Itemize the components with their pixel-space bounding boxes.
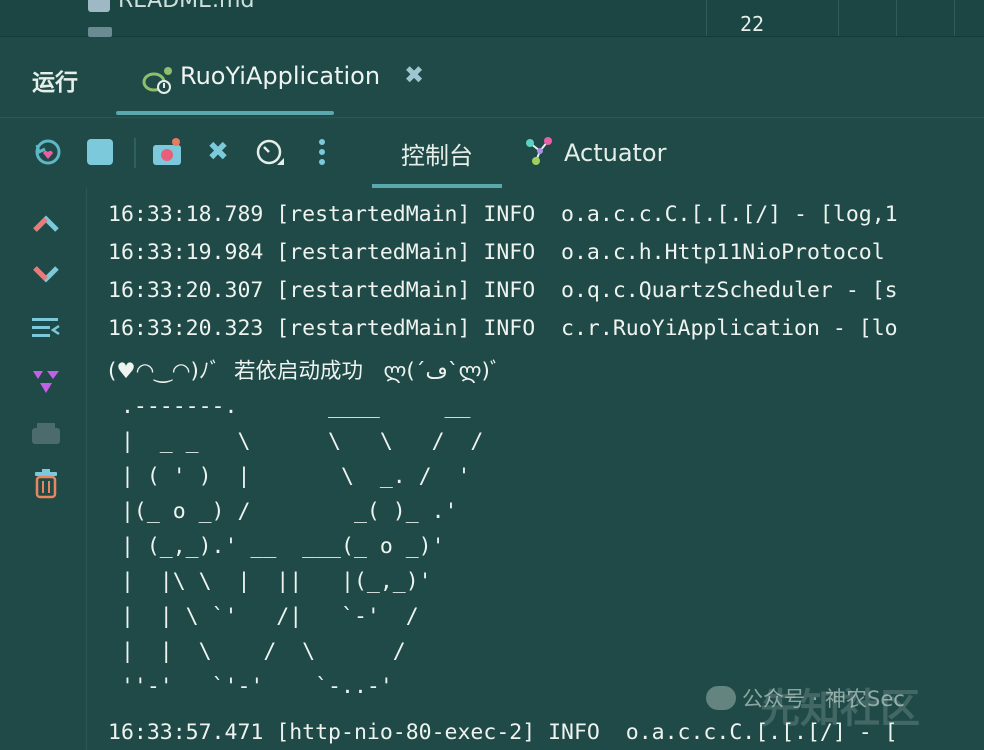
close-tab-icon[interactable]: ✖ (404, 63, 424, 87)
stop-icon[interactable] (84, 136, 116, 168)
soft-wrap-icon[interactable] (30, 312, 62, 344)
tab-actuator[interactable]: Actuator (524, 118, 666, 188)
ascii-art-line: ''-' `'-' `-..-' (108, 674, 393, 699)
line-number: 22 (740, 12, 765, 36)
profiler-icon[interactable] (254, 136, 286, 168)
tab-label: RuoYiApplication (180, 62, 381, 90)
watermark: 公众号 · 神农Sec (706, 683, 905, 713)
tab-console-label: 控制台 (401, 141, 473, 170)
markdown-file-icon (88, 0, 110, 12)
ascii-art-line: | (_,_).' __ ___(_ o _)' (108, 534, 445, 559)
file-icon (88, 27, 112, 37)
run-tool-window-header: 运行 RuoYiApplication ✖ (0, 37, 984, 115)
run-toolbar: ✖ 控制台 Actuator (0, 117, 984, 189)
console-line: 16:33:20.323 [restartedMain] INFO c.r.Ru… (108, 316, 898, 341)
console-line-partial (108, 188, 121, 203)
scroll-down-icon[interactable] (30, 258, 62, 290)
scroll-up-icon[interactable] (30, 208, 62, 240)
wechat-icon (706, 686, 736, 710)
close-icon[interactable]: ✖ (202, 136, 234, 168)
print-icon[interactable] (30, 418, 62, 450)
console-side-toolbar (0, 188, 87, 750)
startup-success-message: (♥◠‿◠)ﾉﾞ 若依启动成功 ლ(´ڡ`ლ)ﾞ (108, 359, 501, 384)
run-label: 运行 (32, 70, 78, 96)
toolbar-divider (134, 138, 136, 168)
divider (954, 0, 955, 36)
ascii-art-line: | | \ / \ / (108, 639, 406, 664)
divider (706, 0, 707, 36)
ascii-art-line: | _ _ \ \ \ / / (108, 429, 484, 454)
ascii-art-line: |(_ o _) / _( )_ .' (108, 499, 458, 524)
console-line: 16:33:20.307 [restartedMain] INFO o.q.c.… (108, 278, 898, 303)
more-icon[interactable] (306, 136, 338, 168)
console-line: 16:33:19.984 [restartedMain] INFO o.a.c.… (108, 240, 898, 265)
file-name: README.md (118, 0, 255, 13)
ascii-art-line: | ( ' ) | \ _. / ' (108, 464, 471, 489)
console-output[interactable]: 16:33:18.789 [restartedMain] INFO o.a.c.… (87, 188, 984, 750)
watermark-text: 公众号 · 神农Sec (742, 687, 905, 711)
ascii-art-line: .-------. ____ __ (108, 394, 471, 419)
filter-icon[interactable] (30, 366, 62, 398)
editor-top-strip: README.md 22 (0, 0, 984, 37)
rerun-icon[interactable] (32, 136, 64, 168)
ascii-art-line: | |\ \ | || |(_,_)' (108, 569, 432, 594)
spring-boot-run-icon (142, 65, 174, 99)
trash-icon[interactable] (30, 468, 62, 500)
divider (896, 0, 897, 36)
active-tab-indicator (116, 111, 334, 115)
tab-console[interactable]: 控制台 (372, 118, 502, 188)
tab-actuator-label: Actuator (564, 139, 667, 167)
actuator-icon (524, 135, 554, 171)
tab-ruoyi-application[interactable]: RuoYiApplication (116, 37, 380, 115)
divider (838, 0, 839, 36)
file-tab-readme[interactable]: README.md (88, 0, 254, 13)
ascii-art-line: | | \ `' /| `-' / (108, 604, 419, 629)
console-line: 16:33:18.789 [restartedMain] INFO o.a.c.… (108, 202, 898, 227)
camera-icon[interactable] (152, 136, 184, 168)
